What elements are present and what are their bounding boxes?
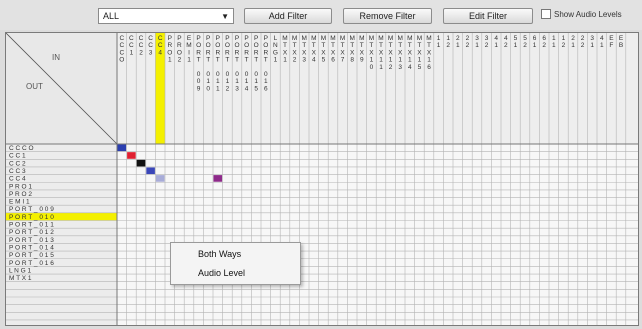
row-label[interactable]: P O R T _ 0 1 4 [9,244,54,251]
row-label[interactable]: C C 1 [9,153,26,160]
crosspoint-cell[interactable] [155,175,165,182]
crosspoint-cell[interactable] [136,159,146,167]
column-label[interactable]: 51 [514,35,518,49]
column-label[interactable]: 21 [571,35,575,49]
row-label[interactable]: L N G 1 [9,267,32,274]
row-label[interactable]: C C 4 [9,176,26,183]
crosspoint-cell[interactable] [213,175,223,182]
column-label[interactable]: 22 [581,35,585,49]
corner-in-label: IN [52,53,60,62]
menu-item-audio-level[interactable]: Audio Level [198,268,245,278]
column-label[interactable]: EB [619,35,624,49]
row-label[interactable]: M T X 1 [9,275,32,282]
column-label[interactable]: 32 [485,35,489,49]
column-label[interactable]: 61 [533,35,537,49]
row-label[interactable]: P O R T _ 0 0 9 [9,206,54,213]
column-label[interactable]: 52 [523,35,527,49]
remove-filter-button[interactable]: Remove Filter [343,8,432,24]
column-label[interactable]: 11 [552,35,556,49]
row-label[interactable]: P R O 2 [9,191,32,198]
edit-filter-button[interactable]: Edit Filter [443,8,533,24]
row-label[interactable]: P O R T _ 0 1 0 [9,214,54,221]
column-label[interactable]: 12 [446,35,450,49]
show-audio-levels-label: Show Audio Levels [554,10,622,19]
grid-background [117,144,638,325]
row-label[interactable]: C C 2 [9,160,26,167]
row-label[interactable]: P O R T _ 0 1 5 [9,252,54,259]
add-filter-button[interactable]: Add Filter [244,8,332,24]
column-label[interactable]: 62 [542,35,546,49]
dropdown-arrow-icon[interactable]: ▼ [221,12,229,21]
show-audio-levels-toggle[interactable]: Show Audio Levels [541,8,641,24]
row-label[interactable]: E M I 1 [9,199,30,206]
row-label[interactable]: C C C O [9,145,34,152]
corner-out-label: OUT [26,82,43,91]
row-label[interactable]: C C 3 [9,168,26,175]
context-menu: Both Ways Audio Level [170,242,301,285]
row-label[interactable]: P O R T _ 0 1 1 [9,222,54,229]
filter-select[interactable]: ALL ▼ [98,8,234,24]
crosspoint-cell[interactable] [117,144,127,152]
filter-select-value: ALL [103,11,120,21]
row-label[interactable]: P O R T _ 0 1 2 [9,229,54,236]
routing-matrix: IN OUT C C C O C C 1 C C 2 C C 3 C C 4 P R O 1 P R O 2 E M I 1 P O R T 00… [5,32,639,326]
column-label[interactable]: 41 [600,35,604,49]
crosspoint-cell[interactable] [146,167,155,175]
row-label[interactable]: P R O 1 [9,183,32,190]
column-label[interactable]: 41 [494,35,498,49]
column-label[interactable]: 42 [504,35,508,49]
show-audio-levels-checkbox[interactable] [541,9,551,19]
column-label[interactable]: 12 [562,35,566,49]
column-label[interactable]: 31 [475,35,479,49]
crosspoint-cell[interactable] [127,152,136,159]
column-label[interactable]: 22 [466,35,470,49]
column-label[interactable]: 31 [590,35,594,49]
column-label[interactable]: 11 [437,35,441,49]
toolbar: ALL ▼ Add Filter Remove Filter Edit Filt… [0,0,642,30]
routing-matrix-grid: INOUTC C C OC C 1C C 2C C 3C C 4P R O 1P R O 2E M I 1P O R T 00… [6,33,638,325]
column-label[interactable]: CCCO [119,35,124,64]
column-label[interactable]: 21 [456,35,460,49]
row-label[interactable]: P O R T _ 0 1 3 [9,237,54,244]
menu-item-both-ways[interactable]: Both Ways [198,249,241,259]
row-label[interactable]: P O R T _ 0 1 6 [9,260,54,267]
